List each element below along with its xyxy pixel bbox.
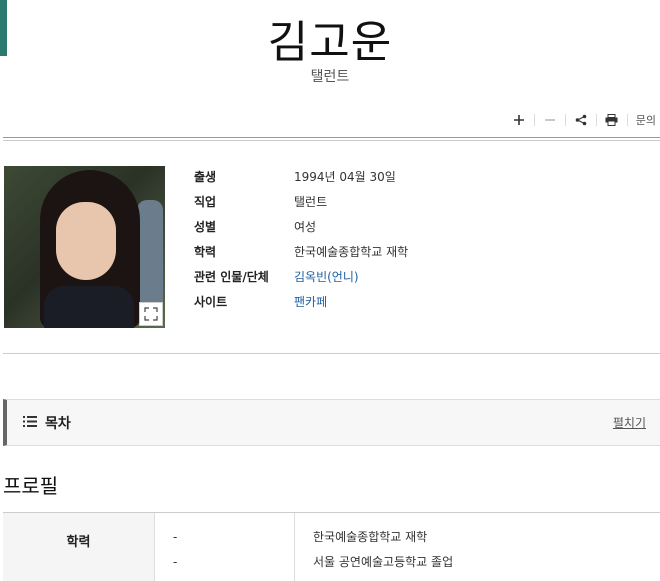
info-value: 1994년 04월 30일 [294, 170, 396, 184]
toc-heading: 목차 [23, 413, 71, 433]
plus-icon[interactable] [504, 110, 534, 130]
header-divider [3, 137, 660, 141]
table-of-contents: 목차 펼치기 [3, 399, 660, 446]
toolbar: 문의 [504, 110, 656, 130]
info-label: 사이트 [194, 295, 228, 309]
info-row-job: 직업 탤런트 [194, 189, 408, 214]
toc-expand-button[interactable]: 펼치기 [613, 414, 646, 431]
section-divider [3, 353, 660, 354]
detail-value: 한국예술종합학교 재학 [313, 530, 428, 544]
info-label: 출생 [194, 170, 217, 184]
info-box: 출생 1994년 04월 30일 직업 탤런트 성별 여성 학력 한국예술종합학… [194, 164, 408, 314]
info-row-education: 학력 한국예술종합학교 재학 [194, 239, 408, 264]
toc-title: 목차 [45, 415, 71, 432]
info-label: 학력 [194, 245, 217, 259]
info-label: 직업 [194, 195, 217, 209]
info-label: 성별 [194, 220, 217, 234]
info-value: 한국예술종합학교 재학 [294, 245, 409, 259]
share-icon[interactable] [566, 110, 596, 130]
info-label: 관련 인물/단체 [194, 270, 269, 284]
page-title: 김고운 [267, 17, 393, 68]
info-value: 여성 [294, 220, 317, 234]
photo-face [56, 202, 116, 280]
fan-cafe-link[interactable]: 팬카페 [294, 293, 327, 310]
table-row: 학력 - - 한국예술종합학교 재학 서울 공연예술고등학교 졸업 [3, 513, 660, 581]
info-row-gender: 성별 여성 [194, 214, 408, 239]
related-person-link[interactable]: 김옥빈(언니) [294, 268, 359, 285]
table-details-cell: 한국예술종합학교 재학 서울 공연예술고등학교 졸업 [295, 513, 660, 581]
info-row-birth: 출생 1994년 04월 30일 [194, 164, 408, 189]
info-row-related: 관련 인물/단체 김옥빈(언니) [194, 264, 408, 289]
minus-icon[interactable] [535, 110, 565, 130]
expand-icon[interactable] [139, 302, 163, 326]
list-icon [23, 415, 37, 431]
print-icon[interactable] [597, 110, 627, 130]
info-value: 탤런트 [294, 195, 328, 209]
section-title-profile: 프로필 [3, 474, 59, 498]
year-value: - [173, 530, 178, 544]
detail-value: 서울 공연예술고등학교 졸업 [313, 555, 454, 569]
photo-body [44, 286, 134, 328]
info-row-site: 사이트 팬카페 [194, 289, 408, 314]
table-header-cell: 학력 [3, 513, 155, 581]
profile-table: 학력 - - 한국예술종합학교 재학 서울 공연예술고등학교 졸업 [3, 512, 660, 581]
inquiry-link[interactable]: 문의 [628, 112, 656, 128]
page-subtitle: 탤런트 [310, 69, 350, 85]
year-value: - [173, 555, 178, 569]
table-years-cell: - - [155, 513, 295, 581]
photo-background-person [137, 200, 163, 310]
profile-photo[interactable] [4, 166, 165, 328]
